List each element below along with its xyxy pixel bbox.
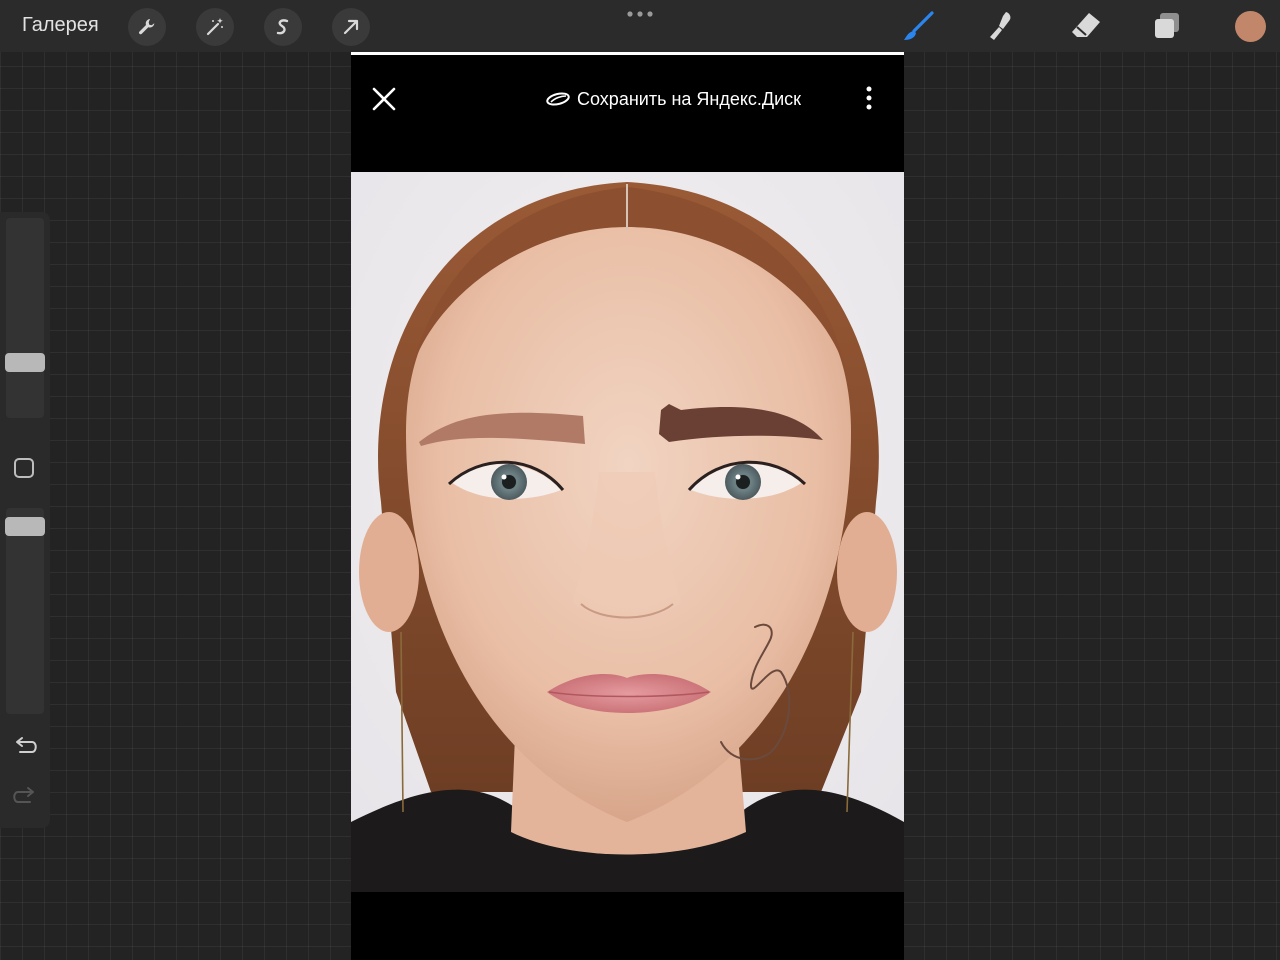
gallery-button[interactable]: Галерея — [22, 14, 99, 37]
wrench-icon[interactable] — [128, 8, 166, 46]
layers-icon[interactable] — [1151, 10, 1185, 42]
top-toolbar: Галерея — [0, 0, 1280, 52]
save-label: Сохранить на Яндекс.Диск — [577, 88, 802, 109]
redo-icon[interactable] — [12, 786, 38, 808]
vertical-dots-icon[interactable] — [865, 84, 873, 112]
save-to-yandex-disk-button[interactable]: Сохранить на Яндекс.Диск — [545, 86, 801, 112]
yandex-disk-icon — [546, 92, 570, 106]
transform-arrow-icon[interactable] — [332, 8, 370, 46]
viewer-top-border — [351, 52, 904, 55]
opacity-slider[interactable] — [6, 508, 44, 714]
opacity-thumb[interactable] — [5, 517, 45, 536]
magic-wand-icon[interactable] — [196, 8, 234, 46]
selection-s-icon[interactable] — [264, 8, 302, 46]
square-modify-icon[interactable] — [14, 458, 34, 478]
brush-size-slider[interactable] — [6, 218, 44, 418]
sidebar — [0, 212, 50, 828]
brush-size-thumb[interactable] — [5, 353, 45, 372]
current-color-swatch[interactable] — [1235, 11, 1266, 42]
portrait-photo — [351, 172, 904, 892]
photo-viewer: Сохранить на Яндекс.Диск — [351, 52, 904, 960]
brush-icon[interactable] — [902, 10, 936, 42]
close-icon[interactable] — [371, 86, 397, 112]
undo-icon[interactable] — [12, 736, 38, 758]
smudge-icon[interactable] — [986, 10, 1020, 42]
ellipsis-icon[interactable] — [624, 8, 656, 20]
eraser-icon[interactable] — [1069, 10, 1103, 42]
